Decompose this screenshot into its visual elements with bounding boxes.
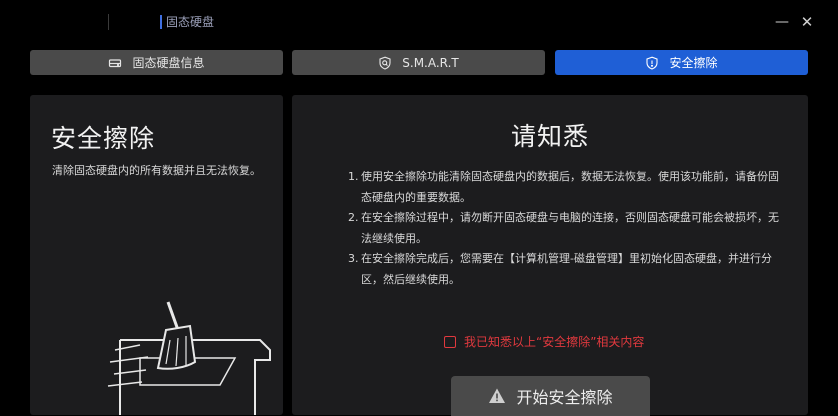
start-secure-erase-button[interactable]: 开始安全擦除 <box>451 376 650 416</box>
tab-secure-erase[interactable]: 安全擦除 <box>555 50 808 75</box>
notice-item-text: 在安全擦除完成后，您需要在【计算机管理-磁盘管理】里初始化固态硬盘，并进行分区，… <box>361 252 772 286</box>
notice-panel: 请知悉 1. 使用安全擦除功能清除固态硬盘内的数据后，数据无法恢复。使用该功能前… <box>292 95 808 416</box>
notice-item: 3. 在安全擦除完成后，您需要在【计算机管理-磁盘管理】里初始化固态硬盘，并进行… <box>348 249 788 290</box>
panel-description: 清除固态硬盘内的所有数据并且无法恢复。 <box>52 164 261 177</box>
notice-item-number: 2. <box>348 211 359 224</box>
acknowledge-checkbox-row[interactable]: 我已知悉以上“安全擦除”相关内容 <box>444 333 644 350</box>
notice-item: 2. 在安全擦除过程中，请勿断开固态硬盘与电脑的连接，否则固态硬盘可能会被损坏，… <box>348 208 788 249</box>
notice-item-number: 1. <box>348 170 359 183</box>
tab-smart[interactable]: S.M.A.R.T <box>292 50 545 75</box>
broom-erase-illustration-icon <box>107 301 271 415</box>
acknowledge-checkbox[interactable] <box>444 335 456 348</box>
close-icon[interactable]: ✕ <box>797 12 817 32</box>
acknowledge-label[interactable]: 我已知悉以上“安全擦除”相关内容 <box>464 333 644 350</box>
tab-label: 安全擦除 <box>669 56 718 70</box>
minimize-icon[interactable]: — <box>772 12 792 32</box>
panel-title: 安全擦除 <box>51 124 156 153</box>
tab-label: S.M.A.R.T <box>402 55 459 70</box>
warning-icon <box>489 388 506 403</box>
intro-panel: 安全擦除 清除固态硬盘内的所有数据并且无法恢复。 <box>30 95 283 415</box>
notice-title: 请知悉 <box>510 122 589 151</box>
tab-label: 固态硬盘信息 <box>132 56 205 70</box>
notice-item-number: 3. <box>348 252 359 265</box>
title-separator <box>108 14 109 30</box>
notice-list: 1. 使用安全擦除功能清除固态硬盘内的数据后，数据无法恢复。使用该功能前，请备份… <box>348 167 788 290</box>
notice-item-text: 在安全擦除过程中，请勿断开固态硬盘与电脑的连接，否则固态硬盘可能会被损坏，无法继… <box>361 211 779 245</box>
tab-bar: 固态硬盘信息 S.M.A.R.T 安全擦除 <box>30 50 808 75</box>
window-title: 固态硬盘 <box>160 15 214 29</box>
shield-alert-icon <box>646 56 659 70</box>
notice-item-text: 使用安全擦除功能清除固态硬盘内的数据后，数据无法恢复。使用该功能前，请备份固态硬… <box>361 170 779 204</box>
title-bar: 固态硬盘 — ✕ <box>0 0 838 44</box>
shield-search-icon <box>379 56 391 70</box>
tab-ssd-info[interactable]: 固态硬盘信息 <box>30 50 283 75</box>
notice-item: 1. 使用安全擦除功能清除固态硬盘内的数据后，数据无法恢复。使用该功能前，请备份… <box>348 167 788 208</box>
start-button-label: 开始安全擦除 <box>516 388 613 407</box>
drive-icon <box>109 58 122 67</box>
